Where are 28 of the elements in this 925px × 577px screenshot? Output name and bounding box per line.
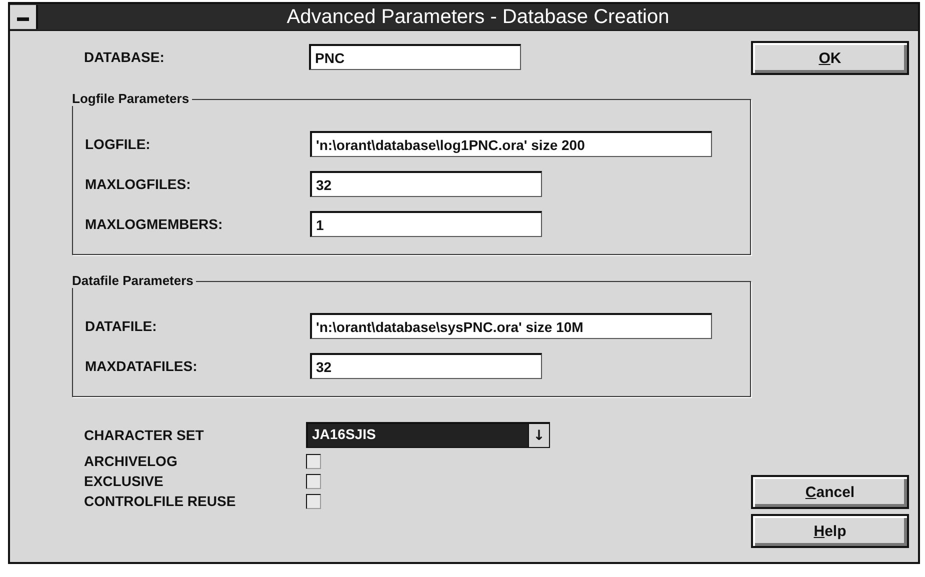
window-title: Advanced Parameters - Database Creation — [286, 6, 670, 28]
field-label: MAXLOGFILES: — [85, 176, 192, 192]
input-field[interactable]: 'n:\orant\database\log1PNC.ora' size 200 — [310, 131, 712, 157]
dropdown-value: JA16SJIS — [308, 424, 528, 447]
checkbox-label: ARCHIVELOG — [84, 453, 178, 469]
system-menu-icon[interactable]: ▬ — [10, 5, 38, 29]
field-label: MAXLOGMEMBERS: — [85, 216, 224, 232]
group-title: Logfile Parameters — [69, 91, 192, 106]
character-set-dropdown[interactable]: JA16SJIS ↓ — [306, 422, 550, 448]
input-field[interactable]: 32 — [310, 171, 542, 197]
input-field[interactable]: 32 — [310, 353, 542, 379]
group-title: Datafile Parameters — [69, 273, 196, 288]
field-label: DATAFILE: — [85, 318, 158, 334]
checkbox[interactable] — [306, 474, 321, 488]
input-field[interactable]: PNC — [309, 44, 521, 70]
input-field[interactable]: 1 — [310, 211, 542, 237]
field-label: MAXDATAFILES: — [85, 358, 198, 374]
checkbox-label: EXCLUSIVE — [84, 473, 164, 489]
field-label: DATABASE: — [84, 49, 166, 65]
input-field[interactable]: 'n:\orant\database\sysPNC.ora' size 10M — [310, 313, 712, 339]
checkbox[interactable] — [306, 454, 321, 468]
checkbox-label: CONTROLFILE REUSE — [84, 493, 237, 509]
checkbox[interactable] — [306, 494, 321, 508]
field-label: CHARACTER SET — [84, 427, 205, 443]
dialog-button[interactable]: OK — [751, 41, 909, 75]
dialog-button[interactable]: Help — [751, 514, 909, 548]
field-label: LOGFILE: — [85, 136, 152, 152]
dialog-button[interactable]: Cancel — [751, 475, 909, 509]
